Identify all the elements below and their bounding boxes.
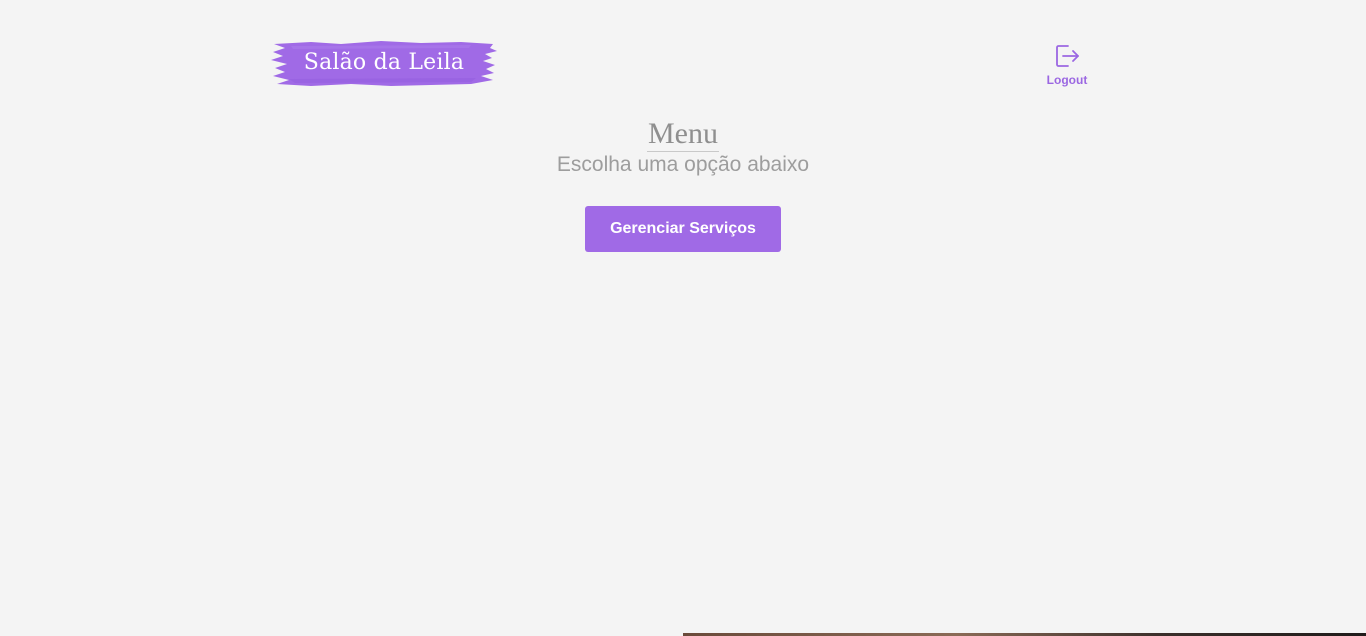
logout-icon — [1056, 45, 1079, 67]
page-title-wrapper: Menu — [0, 114, 1366, 154]
page-title: Menu — [647, 117, 719, 152]
brand-name: Salão da Leila — [303, 50, 465, 75]
page-subtitle: Escolha uma opção abaixo — [556, 153, 810, 176]
logout-button[interactable]: Logout — [1038, 40, 1096, 90]
logout-label: Logout — [1046, 73, 1088, 87]
manage-services-button[interactable]: Gerenciar Serviços — [585, 206, 781, 252]
brand-logo[interactable]: Salão da Leila — [271, 40, 497, 88]
